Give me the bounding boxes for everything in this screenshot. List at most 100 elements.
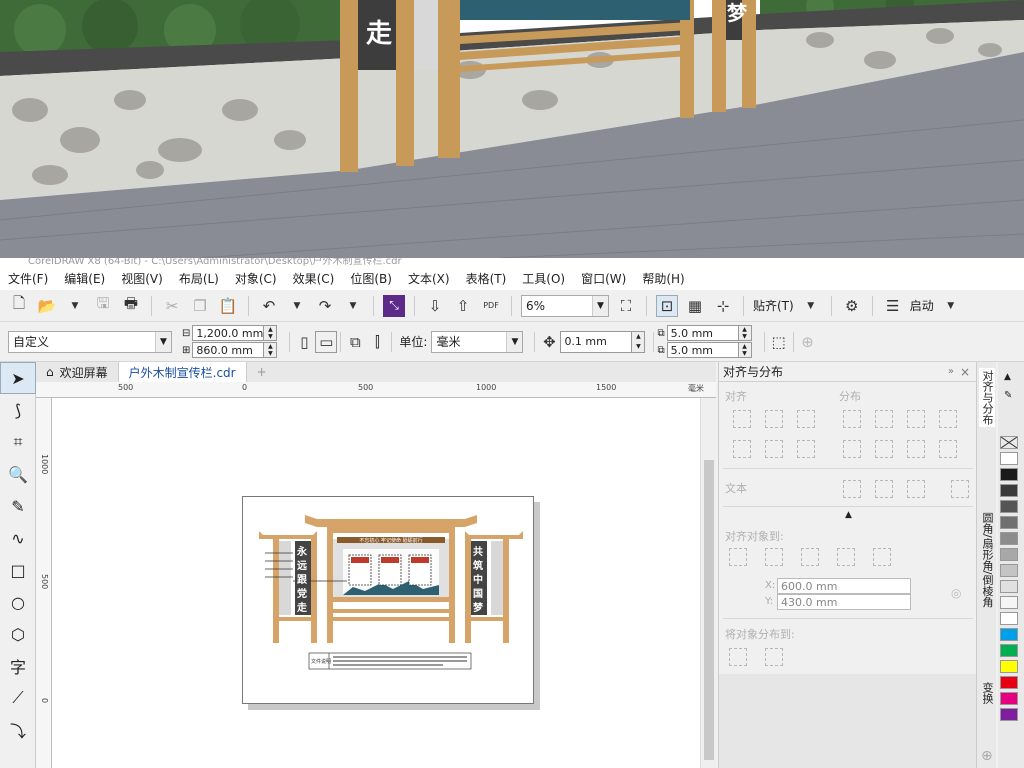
specified-point-icon[interactable] [873,548,891,566]
distribute-left-icon[interactable] [843,410,861,428]
dup-x-spinner[interactable]: ▲ ▼ [737,325,752,341]
show-rulers-icon[interactable]: ⊡ [656,294,678,317]
new-tab-button[interactable]: + [247,362,277,382]
line-tool-icon[interactable]: ⟋ [0,682,36,714]
import-icon[interactable]: ⇩ [424,295,446,317]
tab-welcome[interactable]: ⌂ 欢迎屏幕 [36,362,119,382]
zoom-tool-icon[interactable]: 🔍 [0,458,36,490]
align-center-h-icon[interactable] [765,410,783,428]
portrait-icon[interactable]: ▯ [293,331,315,353]
save-icon[interactable]: 🖫 [92,294,114,317]
color-swatch[interactable] [1000,484,1018,497]
color-swatch[interactable] [1000,708,1018,721]
color-swatch[interactable] [1000,628,1018,641]
distribute-middle-icon[interactable] [875,440,893,458]
show-grid-icon[interactable]: ▦ [684,295,706,317]
open-dropdown-icon[interactable]: ▼ [64,295,86,317]
color-swatch[interactable] [1000,660,1018,673]
vertical-ruler[interactable]: 1000 500 0 [36,398,52,768]
menu-window[interactable]: 窗口(W) [581,270,626,287]
target-point-icon[interactable]: ◎ [951,586,961,600]
crop-tool-icon[interactable]: ⌗ [0,426,36,458]
menu-file[interactable]: 文件(F) [8,270,48,287]
unit-combo[interactable]: 毫米 ▼ [431,330,524,353]
chevron-down-icon[interactable]: ▼ [592,295,608,316]
color-swatch[interactable] [1000,500,1018,513]
menu-table[interactable]: 表格(T) [466,270,507,287]
menu-text[interactable]: 文本(X) [408,270,450,287]
tab-document[interactable]: 户外木制宣传栏.cdr [118,362,247,382]
align-right-icon[interactable] [797,410,815,428]
color-swatch[interactable] [1000,580,1018,593]
docker-tab-align[interactable]: 对齐与分布 [979,368,995,427]
color-swatch[interactable] [1000,644,1018,657]
text-tool-icon[interactable]: 字 [0,650,36,682]
distribute-spacing-icon[interactable] [907,410,925,428]
snap-dropdown-icon[interactable]: ▼ [800,295,822,317]
color-swatch[interactable] [1000,692,1018,705]
distribute-page-icon[interactable] [765,648,783,666]
distribute-selection-icon[interactable] [729,648,747,666]
eyedropper-icon[interactable]: ✎ [1004,390,1012,401]
distribute-center-icon[interactable] [875,410,893,428]
menu-object[interactable]: 对象(C) [235,270,277,287]
grid-icon[interactable] [837,548,855,566]
align-bottom-icon[interactable] [797,440,815,458]
export-icon[interactable]: ⇧ [452,295,474,317]
collapse-up-icon[interactable]: ▲ [845,510,852,520]
ellipse-tool-icon[interactable]: ○ [0,586,36,618]
add-docker-icon[interactable]: ⊕ [981,748,993,764]
docker-tab-corners[interactable]: 圆角/扇形角/倒棱角 [979,512,995,607]
drawing-canvas[interactable]: 不忘初心 牢记使命 砥砺前行 永 远 跟 党 走 共 筑 中 国 梦 文件说明 [52,398,700,768]
dup-y-field[interactable]: 5.0 mm ▲ ▼ [666,342,752,358]
chevron-down-icon[interactable]: ▼ [506,331,523,352]
menu-bitmaps[interactable]: 位图(B) [350,270,392,287]
height-spinner[interactable]: ▲ ▼ [263,342,278,358]
menu-edit[interactable]: 编辑(E) [64,270,105,287]
connector-tool-icon[interactable]: ⤵ [0,714,36,746]
launcher-icon[interactable]: ☰ [882,295,904,317]
color-swatch[interactable] [1000,468,1018,481]
redo-dropdown-icon[interactable]: ▼ [342,295,364,317]
distribute-top-icon[interactable] [843,440,861,458]
freehand-tool-icon[interactable]: ✎ [0,490,36,522]
page-height-field[interactable]: 860.0 mm ▲ ▼ [192,342,278,358]
page-edge-icon[interactable] [765,548,783,566]
menu-help[interactable]: 帮助(H) [642,270,684,287]
snap-to-menu[interactable]: 贴齐(T) [753,297,794,314]
menu-tools[interactable]: 工具(O) [522,270,565,287]
nudge-spinner[interactable]: ▲ ▼ [631,330,646,353]
palette-scroll-up-icon[interactable]: ▲ [1004,372,1011,382]
color-swatch[interactable] [1000,516,1018,529]
horizontal-ruler[interactable]: 500 0 500 1000 1500 毫米 [36,382,716,398]
width-spinner[interactable]: ▲ ▼ [263,325,278,341]
align-center-v-icon[interactable] [765,440,783,458]
shape-tool-icon[interactable]: ⟆ [0,394,36,426]
all-pages-icon[interactable]: ⧉ [344,331,366,353]
docker-tab-transform[interactable]: 变换 [979,682,995,704]
close-icon[interactable]: × [960,365,970,379]
active-objects-icon[interactable] [729,548,747,566]
page-width-field[interactable]: 1,200.0 mm ▲ ▼ [192,325,278,341]
color-swatch[interactable] [1000,596,1018,609]
options-gear-icon[interactable]: ⚙ [841,295,863,317]
redo-icon[interactable]: ↷ [314,295,336,317]
current-page-icon[interactable]: ⫿ [366,331,388,353]
landscape-icon[interactable]: ▭ [315,330,338,353]
zoom-combo[interactable]: 6% ▼ [521,294,609,317]
align-top-icon[interactable] [733,440,751,458]
menu-layout[interactable]: 布局(L) [179,270,219,287]
color-swatch[interactable] [1000,564,1018,577]
launcher-label[interactable]: 启动 [910,297,934,314]
paste-icon[interactable]: 📋 [217,295,239,317]
vertical-scrollbar[interactable] [700,398,716,768]
show-guidelines-icon[interactable]: ⊹ [712,295,734,317]
copy-icon[interactable]: ❐ [189,295,211,317]
outline-icon[interactable] [951,480,969,498]
color-swatch[interactable] [1000,612,1018,625]
color-swatch[interactable] [1000,532,1018,545]
color-swatch[interactable] [1000,676,1018,689]
text-baseline-icon[interactable] [843,480,861,498]
launcher-dropdown-icon[interactable]: ▼ [940,295,962,317]
menu-effects[interactable]: 效果(C) [293,270,335,287]
